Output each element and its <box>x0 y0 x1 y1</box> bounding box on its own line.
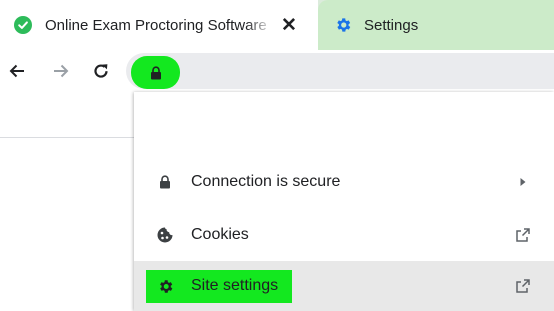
tab-strip: Online Exam Proctoring Software ✕ Settin… <box>0 0 554 50</box>
back-button[interactable] <box>4 58 30 84</box>
external-link-icon <box>514 226 532 244</box>
cookie-icon <box>156 226 174 244</box>
cookies-item[interactable]: Cookies <box>134 209 554 261</box>
close-icon[interactable]: ✕ <box>281 16 297 35</box>
tab-online-exam[interactable]: Online Exam Proctoring Software ✕ <box>0 0 318 50</box>
lock-icon <box>150 65 162 80</box>
divider <box>0 137 134 138</box>
tab-title: Online Exam Proctoring Software <box>45 16 267 34</box>
connection-secure-label: Connection is secure <box>191 173 341 190</box>
address-bar[interactable] <box>126 53 554 89</box>
cookies-label: Cookies <box>191 226 249 243</box>
site-info-button[interactable] <box>131 56 180 89</box>
gear-icon <box>156 277 174 295</box>
external-link-icon <box>514 277 532 295</box>
tab-settings[interactable]: Settings <box>318 0 554 50</box>
site-settings-item[interactable]: Site settings <box>134 261 554 311</box>
chevron-right-icon <box>514 173 532 191</box>
reload-button[interactable] <box>88 58 114 84</box>
connection-secure-item[interactable]: Connection is secure <box>134 156 554 208</box>
gear-icon <box>334 16 352 34</box>
reload-icon <box>91 61 111 81</box>
tab-title: Settings <box>364 16 419 34</box>
green-check-icon <box>14 16 32 34</box>
page-content <box>0 92 134 311</box>
site-info-popup: Connection is secure Cookies Site settin… <box>134 92 554 311</box>
back-arrow-icon <box>7 61 27 81</box>
forward-button[interactable] <box>48 58 74 84</box>
forward-arrow-icon <box>51 61 71 81</box>
lock-icon <box>156 173 174 191</box>
site-settings-label: Site settings <box>191 277 279 294</box>
